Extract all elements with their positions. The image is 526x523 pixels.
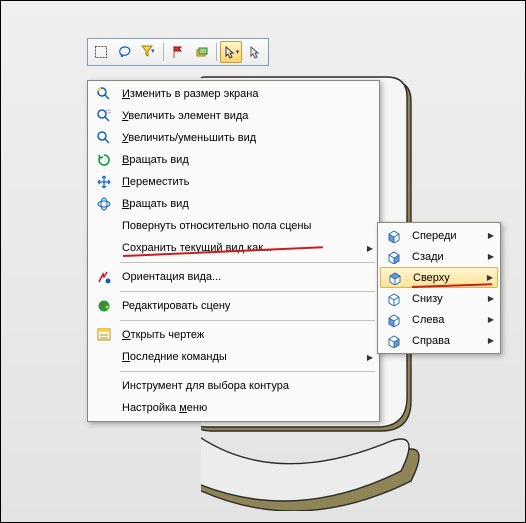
menu-item-edit-scene[interactable]: Редактировать сцену [90,295,377,317]
submenu-arrow-icon: ▶ [484,336,498,345]
menu-label: Вращать вид [118,198,363,210]
select-box-button[interactable] [90,41,112,63]
menu-item-menu-config[interactable]: Настройка меню [90,397,377,419]
menu-item-rotate[interactable]: Вращать вид [90,149,377,171]
menu-label: Вращать вид [118,154,363,166]
menu-item-recent[interactable]: Последние команды ▶ [90,346,377,368]
menu-item-zoom[interactable]: Увеличить/уменьшить вид [90,127,377,149]
menu-label: Увеличить/уменьшить вид [118,132,363,144]
menu-label: Инструмент для выбора контура [118,380,363,392]
submenu-arrow-icon: ▶ [363,244,377,253]
submenu-item-back[interactable]: Сзади ▶ [380,246,498,267]
menu-item-roll[interactable]: Повернуть относительно пола сцены [90,215,377,237]
submenu-item-bottom[interactable]: Снизу ▶ [380,288,498,309]
menu-separator [120,320,375,321]
menu-item-zoom-fit[interactable]: Изменить в размер экрана [90,83,377,105]
cursor-alt-button[interactable] [244,41,266,63]
flag-button[interactable] [167,41,189,63]
cursor-button[interactable]: ▾ [220,41,242,63]
menu-separator [120,371,375,372]
save-view-submenu: Спереди ▶ Сзади ▶ Сверху ▶ Снизу ▶ Слева… [377,222,501,354]
selection-toolbar: ▾ ▾ [87,38,269,66]
menu-item-rotate-2[interactable]: Вращать вид [90,193,377,215]
submenu-arrow-icon: ▶ [363,353,377,362]
submenu-label: Справа [408,335,484,347]
submenu-label: Слева [408,314,484,326]
submenu-label: Сверху [409,272,483,284]
toolbar-separator [216,43,217,61]
submenu-item-front[interactable]: Спереди ▶ [380,225,498,246]
toolbar-separator [163,43,164,61]
menu-label: Ориентация вида... [118,271,363,283]
menu-item-open-drawing[interactable]: Открыть чертеж [90,324,377,346]
submenu-item-right[interactable]: Справа ▶ [380,330,498,351]
menu-item-pan[interactable]: Переместить [90,171,377,193]
menu-separator [120,291,375,292]
lasso-button[interactable] [114,41,136,63]
menu-item-orientation[interactable]: Ориентация вида... [90,266,377,288]
menu-label: Сохранить текущий вид как... [118,242,363,254]
menu-label: Последние команды [118,351,363,363]
submenu-item-left[interactable]: Слева ▶ [380,309,498,330]
submenu-arrow-icon: ▶ [483,273,497,282]
menu-item-contour-tool[interactable]: Инструмент для выбора контура [90,375,377,397]
submenu-arrow-icon: ▶ [484,231,498,240]
menu-label: Открыть чертеж [118,329,363,341]
pick-layer-button[interactable] [191,41,213,63]
submenu-arrow-icon: ▶ [484,252,498,261]
submenu-arrow-icon: ▶ [484,315,498,324]
submenu-label: Сзади [408,251,484,263]
menu-label: Редактировать сцену [118,300,363,312]
menu-label: Настройка меню [118,402,363,414]
filter-select-button[interactable]: ▾ [138,41,160,63]
menu-label: Изменить в размер экрана [118,88,363,100]
menu-separator [120,262,375,263]
menu-label: Переместить [118,176,363,188]
submenu-label: Снизу [408,293,484,305]
submenu-arrow-icon: ▶ [484,294,498,303]
chevron-down-icon: ▾ [236,48,240,56]
menu-label: Увеличить элемент вида [118,110,363,122]
svg-text:▾: ▾ [151,48,155,55]
submenu-label: Спереди [408,230,484,242]
menu-label: Повернуть относительно пола сцены [118,220,363,232]
menu-item-zoom-element[interactable]: Увеличить элемент вида [90,105,377,127]
